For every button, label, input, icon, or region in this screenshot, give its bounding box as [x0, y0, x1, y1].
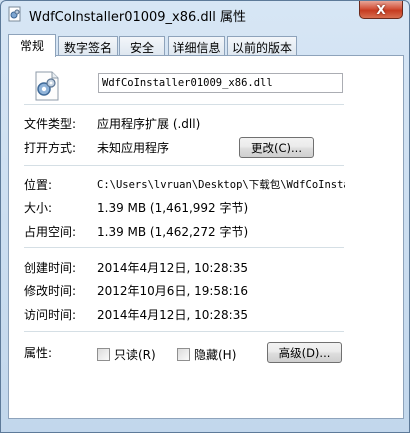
tab-digital-signatures[interactable]: 数字签名 [58, 36, 118, 56]
separator [24, 165, 344, 166]
location-label: 位置: [24, 178, 53, 192]
file-name-input[interactable]: WdfCoInstaller01009_x86.dll [98, 73, 343, 93]
file-type-label: 文件类型: [24, 117, 77, 131]
modified-value: 2012年10月6日, 19:58:16 [97, 284, 248, 298]
readonly-label: 只读(R) [114, 348, 156, 362]
size-label: 大小: [24, 201, 53, 215]
separator [24, 104, 344, 105]
attributes-label: 属性: [24, 346, 53, 360]
size-value: 1.39 MB (1,461,992 字节) [97, 201, 249, 215]
tab-general[interactable]: 常规 [8, 34, 56, 57]
accessed-label: 访问时间: [24, 308, 77, 322]
tab-security[interactable]: 安全 [119, 36, 165, 56]
title-bar[interactable]: WdfCoInstaller01009_x86.dll 属性 X [1, 1, 409, 27]
tab-previous-versions[interactable]: 以前的版本 [227, 36, 297, 56]
dll-file-icon [8, 6, 21, 22]
dll-file-gear-icon [35, 71, 59, 101]
opens-with-label: 打开方式: [24, 141, 77, 155]
close-button[interactable]: X [359, 1, 403, 19]
separator [24, 247, 344, 248]
hidden-checkbox-box[interactable] [177, 348, 190, 361]
readonly-checkbox-box[interactable] [97, 348, 110, 361]
hidden-label: 隐藏(H) [194, 348, 237, 362]
change-button[interactable]: 更改(C)... [239, 137, 314, 158]
advanced-button[interactable]: 高级(D)... [267, 342, 342, 363]
properties-window: WdfCoInstaller01009_x86.dll 属性 X 常规 数字签名… [0, 0, 410, 433]
size-on-disk-value: 1.39 MB (1,462,272 字节) [97, 225, 249, 239]
hidden-checkbox[interactable]: 隐藏(H) [177, 346, 236, 363]
tab-strip: 常规 数字签名 安全 详细信息 以前的版本 [8, 34, 404, 57]
separator [24, 331, 344, 332]
created-value: 2014年4月12日, 10:28:35 [97, 261, 248, 275]
file-type-value: 应用程序扩展 (.dll) [97, 117, 201, 131]
close-icon: X [376, 2, 386, 17]
opens-with-value: 未知应用程序 [97, 141, 170, 155]
size-on-disk-label: 占用空间: [24, 225, 77, 239]
accessed-value: 2014年4月12日, 10:28:35 [97, 308, 248, 322]
modified-label: 修改时间: [24, 284, 77, 298]
window-title: WdfCoInstaller01009_x86.dll 属性 [29, 10, 247, 25]
readonly-checkbox[interactable]: 只读(R) [97, 346, 156, 363]
tab-details[interactable]: 详细信息 [168, 36, 225, 56]
location-value: C:\Users\lvruan\Desktop\下载包\WdfCoInsta [97, 179, 345, 191]
general-panel: WdfCoInstaller01009_x86.dll 文件类型: 应用程序扩展… [8, 55, 404, 419]
created-label: 创建时间: [24, 261, 77, 275]
